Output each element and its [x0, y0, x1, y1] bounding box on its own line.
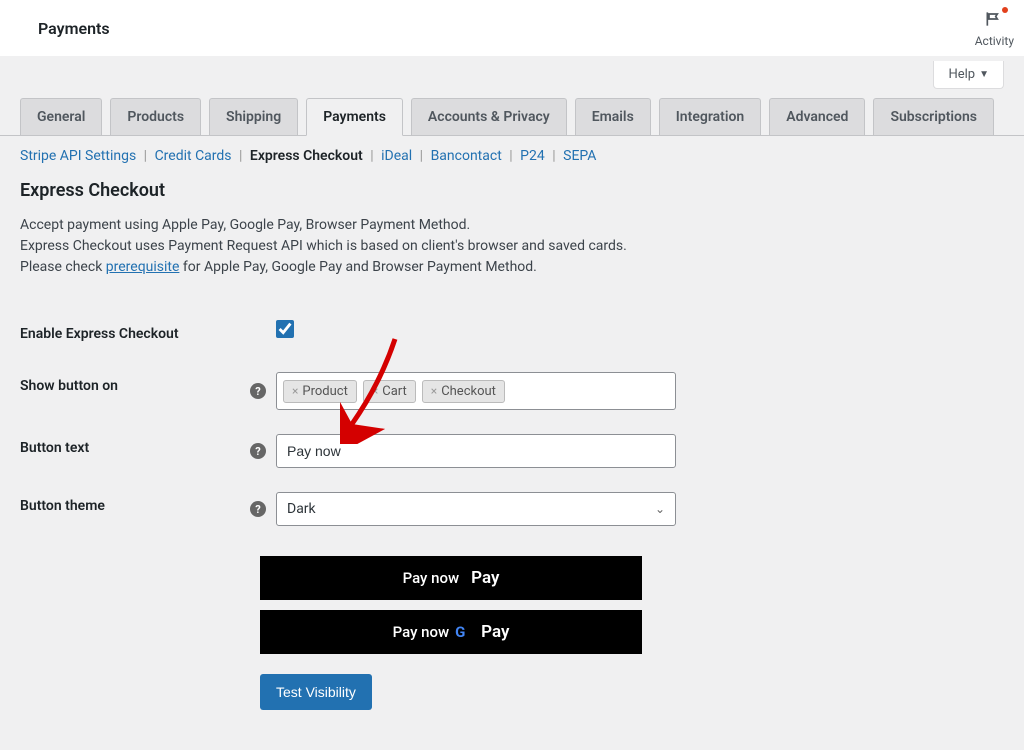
- tab-advanced[interactable]: Advanced: [769, 98, 865, 135]
- google-pay-preview-button[interactable]: Pay now G Pay: [260, 610, 642, 654]
- tab-general[interactable]: General: [20, 98, 102, 135]
- settings-section: Express Checkout Accept payment using Ap…: [0, 174, 1024, 730]
- subnav-express-checkout[interactable]: Express Checkout: [250, 148, 363, 164]
- test-visibility-button[interactable]: Test Visibility: [260, 674, 372, 710]
- subnav-sepa[interactable]: SEPA: [563, 148, 596, 164]
- remove-tag-icon[interactable]: ×: [372, 384, 378, 398]
- tab-shipping[interactable]: Shipping: [209, 98, 298, 135]
- activity-label: Activity: [975, 34, 1014, 48]
- tag-checkout: ×Checkout: [422, 380, 505, 403]
- prerequisite-link[interactable]: prerequisite: [106, 259, 180, 275]
- page-title: Payments: [38, 19, 110, 38]
- subnav-stripe-api[interactable]: Stripe API Settings: [20, 148, 136, 164]
- tab-bar: General Products Shipping Payments Accou…: [0, 56, 1024, 136]
- help-toggle[interactable]: Help ▼: [933, 61, 1004, 89]
- tag-cart: ×Cart: [363, 380, 416, 403]
- subnav-p24[interactable]: P24: [520, 148, 545, 164]
- tab-payments[interactable]: Payments: [306, 98, 403, 136]
- tab-subscriptions[interactable]: Subscriptions: [873, 98, 994, 135]
- remove-tag-icon[interactable]: ×: [431, 384, 437, 398]
- enable-label: Enable Express Checkout: [20, 308, 250, 360]
- section-description: Accept payment using Apple Pay, Google P…: [20, 215, 1004, 278]
- settings-form: Enable Express Checkout Show button on ?…: [20, 308, 1004, 538]
- activity-icon: [984, 9, 1004, 34]
- show-on-select[interactable]: ×Product ×Cart ×Checkout: [276, 372, 676, 410]
- button-theme-select[interactable]: Dark ⌄: [276, 492, 676, 526]
- subnav-ideal[interactable]: iDeal: [381, 148, 412, 164]
- top-bar: Payments Activity: [0, 0, 1024, 56]
- main-area: Help ▼ General Products Shipping Payment…: [0, 56, 1024, 750]
- tab-integration[interactable]: Integration: [659, 98, 761, 135]
- subnav-credit-cards[interactable]: Credit Cards: [155, 148, 232, 164]
- activity-button[interactable]: Activity: [975, 9, 1014, 48]
- button-text-input[interactable]: [276, 434, 676, 468]
- chevron-down-icon: ⌄: [655, 502, 665, 516]
- google-icon: G: [455, 623, 465, 641]
- button-text-label: Button text: [20, 422, 250, 480]
- tab-products[interactable]: Products: [110, 98, 201, 135]
- chevron-down-icon: ▼: [979, 69, 989, 80]
- apple-pay-preview-button[interactable]: Pay now Pay: [260, 556, 642, 600]
- remove-tag-icon[interactable]: ×: [292, 384, 298, 398]
- subnav-bancontact[interactable]: Bancontact: [431, 148, 502, 164]
- button-theme-label: Button theme: [20, 480, 250, 538]
- section-heading: Express Checkout: [20, 180, 1004, 201]
- tag-product: ×Product: [283, 380, 357, 403]
- show-on-label: Show button on: [20, 360, 250, 422]
- tab-accounts-privacy[interactable]: Accounts & Privacy: [411, 98, 567, 135]
- sub-navigation: Stripe API Settings | Credit Cards | Exp…: [0, 136, 1024, 174]
- tab-emails[interactable]: Emails: [575, 98, 651, 135]
- help-icon[interactable]: ?: [250, 501, 266, 517]
- enable-checkbox[interactable]: [276, 320, 294, 338]
- help-icon[interactable]: ?: [250, 443, 266, 459]
- help-icon[interactable]: ?: [250, 383, 266, 399]
- button-preview: Pay now Pay Pay now G Pay Test Visibilit…: [260, 556, 1004, 710]
